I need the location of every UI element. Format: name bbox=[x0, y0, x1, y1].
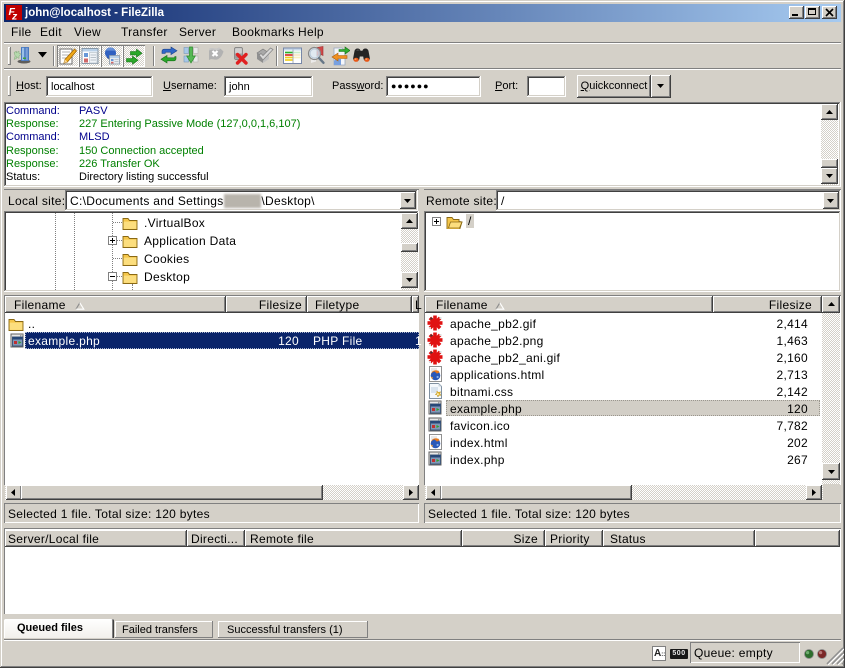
svg-text:z: z bbox=[11, 11, 18, 22]
